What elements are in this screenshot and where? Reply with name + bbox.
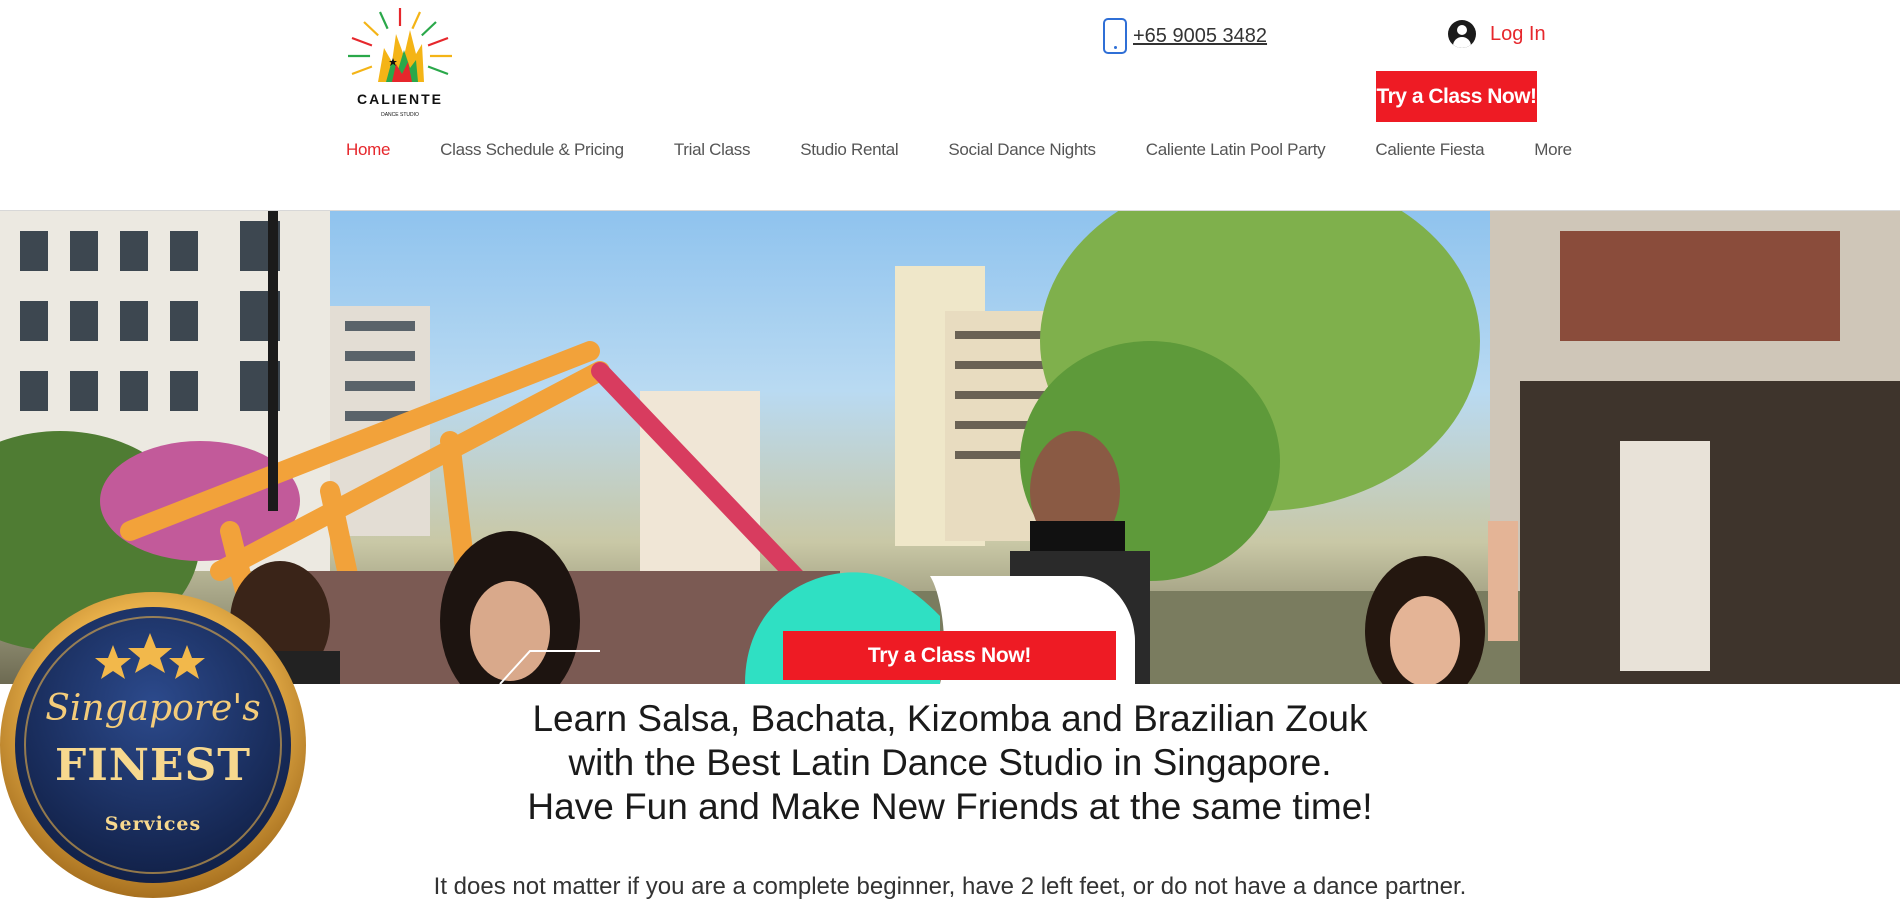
site-header: CALIENTE DANCE STUDIO +65 9005 3482 Log … [0, 0, 1900, 211]
headline-line-3: Have Fun and Make New Friends at the sam… [527, 786, 1373, 827]
svg-text:CALIENTE: CALIENTE [357, 91, 443, 107]
nav-item-class-schedule[interactable]: Class Schedule & Pricing [440, 140, 624, 160]
svg-text:DANCE STUDIO: DANCE STUDIO [381, 112, 419, 118]
try-class-hero-button[interactable]: Try a Class Now! [783, 631, 1116, 680]
phone-contact[interactable]: +65 9005 3482 [1103, 18, 1267, 54]
smartphone-icon [1103, 18, 1127, 54]
login-button[interactable]: Log In [1448, 20, 1546, 48]
nav-item-caliente-fiesta[interactable]: Caliente Fiesta [1375, 140, 1484, 160]
page: CALIENTE DANCE STUDIO +65 9005 3482 Log … [0, 0, 1900, 900]
user-avatar-icon [1448, 20, 1476, 48]
badge-line-3: Services [105, 813, 201, 835]
headline-line-1: Learn Salsa, Bachata, Kizomba and Brazil… [532, 698, 1368, 739]
intro-paragraph: It does not matter if you are a complete… [433, 873, 1467, 900]
nav-item-more[interactable]: More [1534, 140, 1572, 160]
try-class-header-button[interactable]: Try a Class Now! [1376, 71, 1537, 122]
login-label: Log In [1490, 22, 1546, 45]
nav-item-home[interactable]: Home [346, 140, 390, 160]
nav-item-pool-party[interactable]: Caliente Latin Pool Party [1146, 140, 1326, 160]
nav-item-studio-rental[interactable]: Studio Rental [800, 140, 898, 160]
nav-item-trial-class[interactable]: Trial Class [674, 140, 751, 160]
phone-number-link[interactable]: +65 9005 3482 [1133, 25, 1267, 48]
nav-item-social-dance-nights[interactable]: Social Dance Nights [948, 140, 1096, 160]
badge-line-1: Singapore's [45, 688, 260, 729]
main-navigation: Home Class Schedule & Pricing Trial Clas… [346, 140, 1572, 160]
studio-logo[interactable]: CALIENTE DANCE STUDIO [342, 4, 458, 122]
hero-headline: Learn Salsa, Bachata, Kizomba and Brazil… [440, 697, 1460, 829]
headline-line-2: with the Best Latin Dance Studio in Sing… [568, 742, 1332, 783]
badge-line-2: FINEST [55, 740, 251, 791]
singapores-finest-badge[interactable]: Singapore's FINEST Services [0, 590, 310, 900]
